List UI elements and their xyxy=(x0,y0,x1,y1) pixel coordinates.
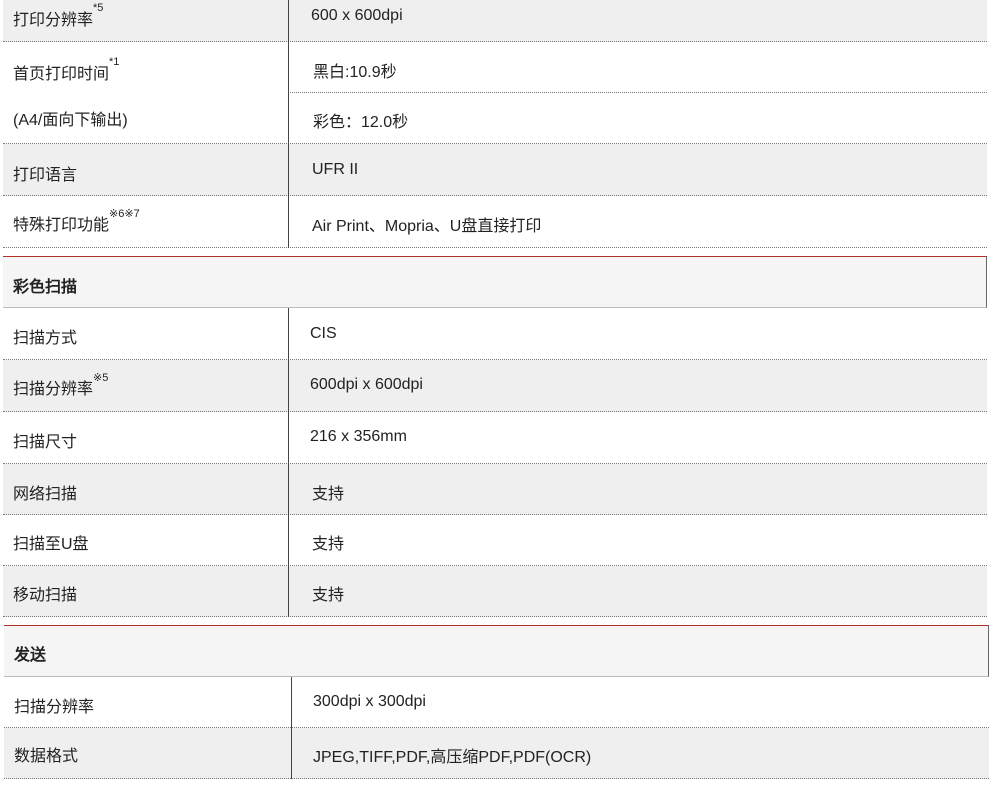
footnote-marker: ※6※7 xyxy=(109,208,140,220)
spec-value: 300dpi x 300dpi xyxy=(313,693,426,710)
spec-label: 扫描分辨率※5 xyxy=(13,372,109,398)
spec-label: 打印分辨率*5 xyxy=(13,2,104,29)
spec-row: 网络扫描 支持 xyxy=(3,464,987,515)
spec-label: 扫描方式 xyxy=(13,330,78,347)
section-header-color-scan: 彩色扫描 xyxy=(3,256,987,308)
footnote-marker: *5 xyxy=(93,2,104,14)
spec-value: 支持 xyxy=(312,536,345,553)
footnote-marker: *1 xyxy=(109,56,120,68)
spec-value: CIS xyxy=(310,325,337,342)
spec-value-color: 彩色：12.0秒 xyxy=(313,114,409,131)
spec-label-sub: (A4/面向下输出) xyxy=(13,112,128,129)
section-title: 彩色扫描 xyxy=(13,279,78,296)
spec-label: 首页打印时间*1 xyxy=(13,56,120,83)
spec-row-first-page-time: 首页打印时间*1 (A4/面向下输出) 黑白:10.9秒 彩色：12.0秒 xyxy=(3,42,987,144)
spec-value: 600dpi x 600dpi xyxy=(310,376,423,393)
spec-row-special-functions: 特殊打印功能※6※7 Air Print、Mopria、U盘直接打印 xyxy=(3,196,987,248)
spec-value: Air Print、Mopria、U盘直接打印 xyxy=(312,218,542,235)
section-header-send: 发送 xyxy=(4,625,989,677)
spec-row: 移动扫描 支持 xyxy=(3,566,987,617)
spec-row: 扫描分辨率 300dpi x 300dpi xyxy=(4,677,989,728)
spec-label: 数据格式 xyxy=(14,748,79,765)
spec-value: 216 x 356mm xyxy=(310,428,407,445)
spec-value: 支持 xyxy=(312,486,345,503)
spec-label: 特殊打印功能※6※7 xyxy=(13,208,140,234)
spec-label: 扫描尺寸 xyxy=(13,434,78,451)
spec-label: 网络扫描 xyxy=(13,486,78,503)
spec-row: 扫描分辨率※5 600dpi x 600dpi xyxy=(3,360,987,412)
spec-value: UFR II xyxy=(312,161,359,178)
spec-row: 扫描方式 CIS xyxy=(3,308,987,360)
spec-row: 扫描尺寸 216 x 356mm xyxy=(3,412,987,464)
spec-label: 扫描分辨率 xyxy=(14,699,95,716)
spec-label: 扫描至U盘 xyxy=(13,536,89,553)
spec-row-print-language: 打印语言 UFR II xyxy=(3,144,987,196)
section-title: 发送 xyxy=(14,647,47,664)
spec-label: 移动扫描 xyxy=(13,587,78,604)
spec-value: 600 x 600dpi xyxy=(311,7,403,24)
spec-label: 打印语言 xyxy=(13,167,78,184)
column-divider xyxy=(288,308,289,617)
spec-value-bw: 黑白:10.9秒 xyxy=(313,64,397,81)
spec-value: 支持 xyxy=(312,587,345,604)
footnote-marker: ※5 xyxy=(93,372,109,384)
spec-row-print-resolution: 打印分辨率*5 600 x 600dpi xyxy=(3,0,987,42)
column-divider xyxy=(291,677,292,779)
spec-row: 数据格式 JPEG,TIFF,PDF,高压缩PDF,PDF(OCR) xyxy=(4,728,989,779)
spec-row: 扫描至U盘 支持 xyxy=(3,515,987,566)
column-divider xyxy=(288,0,289,248)
spec-value: JPEG,TIFF,PDF,高压缩PDF,PDF(OCR) xyxy=(313,749,592,766)
